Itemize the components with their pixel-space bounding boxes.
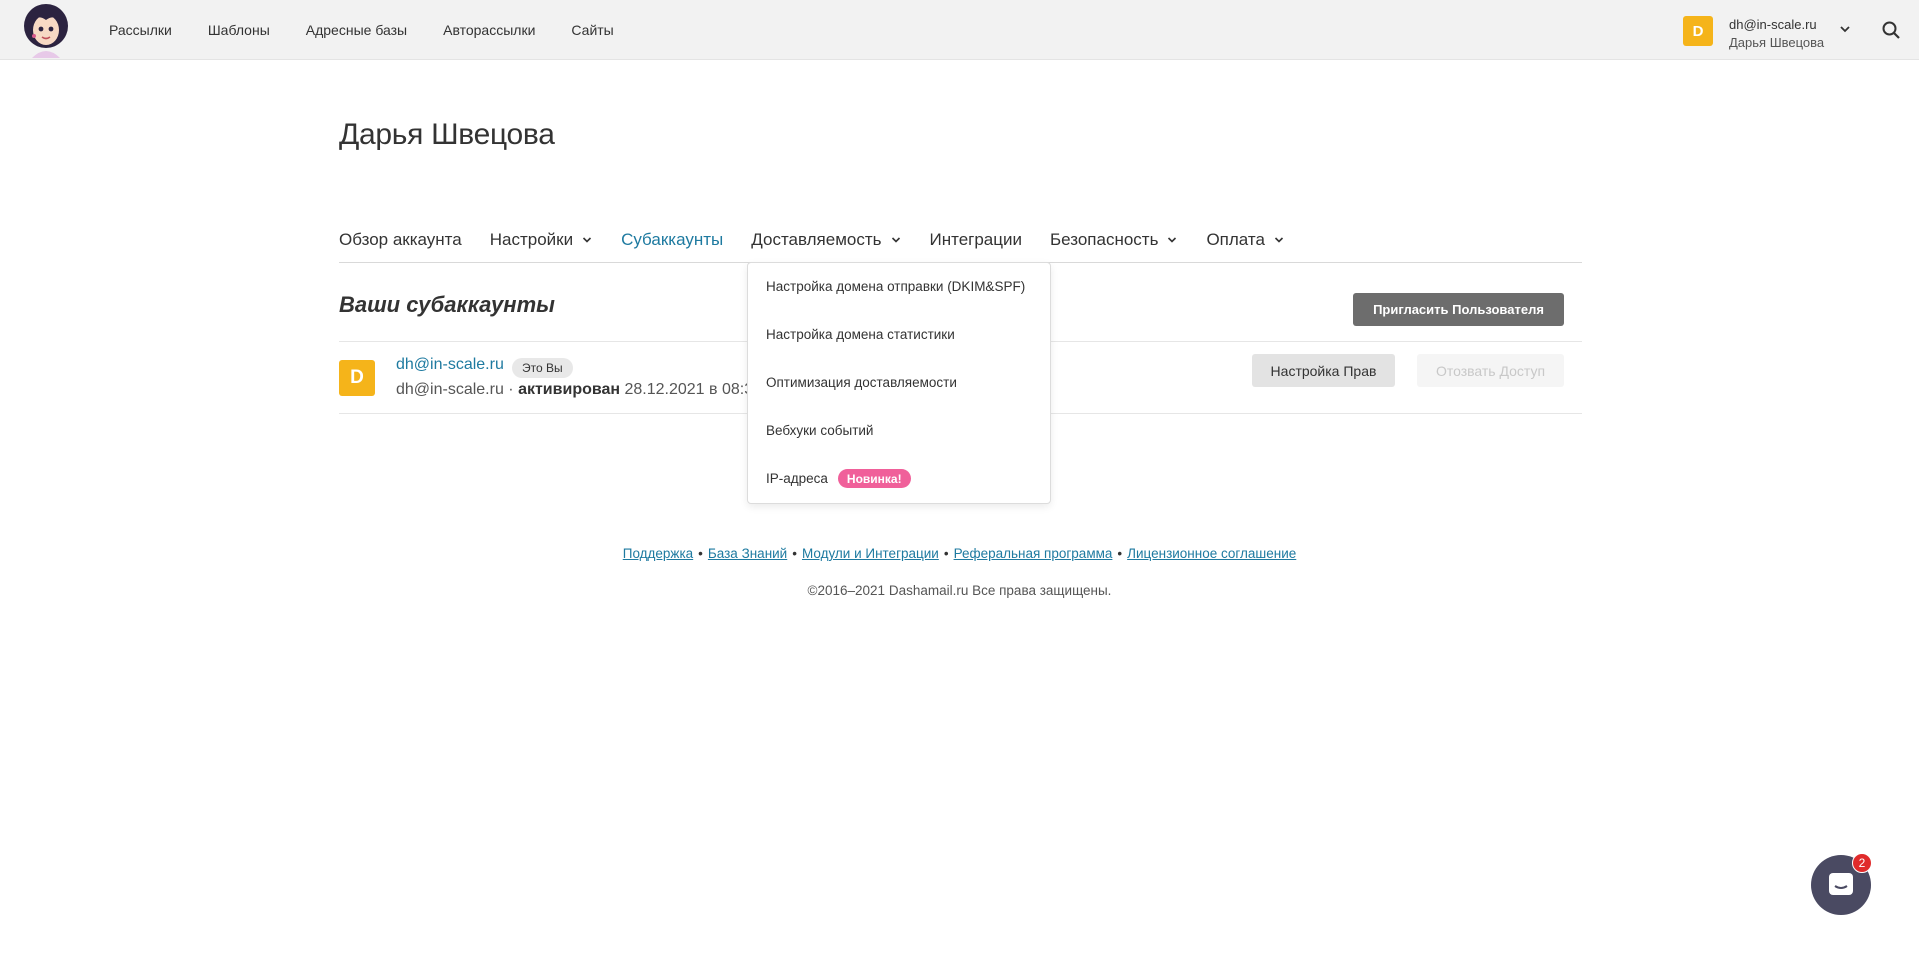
deliverability-dropdown: Настройка домена отправки (DKIM&SPF) Нас… <box>747 262 1051 504</box>
user-email: dh@in-scale.ru <box>1729 17 1817 32</box>
footer-separator: • <box>1117 546 1123 561</box>
tab-label: Доставляемость <box>751 230 882 249</box>
chat-icon <box>1829 873 1853 895</box>
user-name: Дарья Швецова <box>1729 35 1825 50</box>
dropdown-item-stats-domain[interactable]: Настройка домена статистики <box>766 327 955 342</box>
footer-separator: • <box>792 546 797 561</box>
page-title: Дарья Швецова <box>339 118 555 151</box>
footer-link-knowledge-base[interactable]: База Знаний <box>708 546 787 561</box>
unread-count-badge: 2 <box>1852 853 1872 873</box>
dropdown-item-optimization[interactable]: Оптимизация доставляемости <box>766 375 957 390</box>
tab-subaccounts[interactable]: Субаккаунты <box>621 223 723 257</box>
tab-security[interactable]: Безопасность <box>1050 223 1178 257</box>
user-menu[interactable]: D dh@in-scale.ru Дарья Швецова <box>1683 16 1824 52</box>
dropdown-item-ip-addresses[interactable]: IP-адреса Новинка! <box>766 469 911 488</box>
main-nav: Рассылки Шаблоны Адресные базы Авторассы… <box>109 0 650 60</box>
tab-label: Настройки <box>489 230 574 249</box>
footer-separator: • <box>698 546 703 561</box>
tab-label: Интеграции <box>929 230 1023 249</box>
copyright: ©2016–2021 Dashamail.ru Все права защище… <box>807 583 1112 598</box>
footer-links: Поддержка • База Знаний • Модули и Интеграци… <box>0 546 1919 561</box>
invite-user-button[interactable]: Пригласить Пользователя <box>1353 293 1564 326</box>
user-info: dh@in-scale.ru Дарья Швецова <box>1729 16 1824 52</box>
nav-mailings[interactable]: Рассылки <box>109 22 172 38</box>
dropdown-item-webhooks[interactable]: Вебхуки событий <box>766 423 873 438</box>
subaccount-avatar: D <box>339 360 375 396</box>
dropdown-item-label: IP-адреса <box>766 471 828 486</box>
nav-sites[interactable]: Сайты <box>571 22 613 38</box>
footer-link-referral[interactable]: Реферальная программа <box>954 546 1113 561</box>
tab-label: Субаккаунты <box>621 230 724 249</box>
footer-link-modules[interactable]: Модули и Интеграции <box>802 546 939 561</box>
new-badge: Новинка! <box>837 469 911 488</box>
search-icon[interactable] <box>1881 20 1901 40</box>
top-header: Рассылки Шаблоны Адресные базы Авторассы… <box>0 0 1919 60</box>
separator: · <box>503 381 519 398</box>
footer-link-support[interactable]: Поддержка <box>623 546 693 561</box>
tab-payment[interactable]: Оплата <box>1206 223 1284 257</box>
revoke-access-button[interactable]: Отозвать Доступ <box>1417 354 1564 387</box>
subaccount-login: dh@in-scale.ru <box>396 381 504 398</box>
dashamail-logo[interactable] <box>18 2 74 58</box>
tab-settings[interactable]: Настройки <box>490 223 593 257</box>
user-avatar: D <box>1683 16 1713 46</box>
tab-integrations[interactable]: Интеграции <box>930 223 1023 257</box>
nav-templates[interactable]: Шаблоны <box>208 22 270 38</box>
account-tabs: Обзор аккаунта Настройки Субаккаунты Дос… <box>339 218 1582 263</box>
dropdown-item-dkim-spf[interactable]: Настройка домена отправки (DKIM&SPF) <box>766 279 1025 294</box>
tab-label: Безопасность <box>1050 230 1159 249</box>
subaccount-details: dh@in-scale.ru · активирован 28.12.2021 … <box>396 381 762 399</box>
nav-auto-mailings[interactable]: Авторассылки <box>443 22 535 38</box>
tab-label: Оплата <box>1206 230 1265 249</box>
chevron-down-icon <box>891 237 900 243</box>
chevron-down-icon <box>1168 237 1177 243</box>
subaccount-date: 28.12.2021 в 08:37 <box>620 381 762 398</box>
subaccount-status: активирован <box>518 381 621 398</box>
chevron-down-icon <box>1274 237 1284 243</box>
chevron-down-icon <box>583 237 592 243</box>
tab-deliverability[interactable]: Доставляемость <box>751 223 901 257</box>
footer-link-license[interactable]: Лицензионное соглашение <box>1127 546 1296 561</box>
subaccount-email-link[interactable]: dh@in-scale.ru <box>396 356 504 374</box>
tab-label: Обзор аккаунта <box>339 230 462 249</box>
permissions-button[interactable]: Настройка Прав <box>1252 354 1395 387</box>
tab-account-overview[interactable]: Обзор аккаунта <box>339 223 462 257</box>
subaccounts-heading: Ваши субаккаунты <box>339 292 555 317</box>
nav-address-bases[interactable]: Адресные базы <box>306 22 407 38</box>
you-badge: Это Вы <box>512 358 573 378</box>
footer-separator: • <box>943 546 949 561</box>
chevron-down-icon[interactable] <box>1838 22 1852 36</box>
